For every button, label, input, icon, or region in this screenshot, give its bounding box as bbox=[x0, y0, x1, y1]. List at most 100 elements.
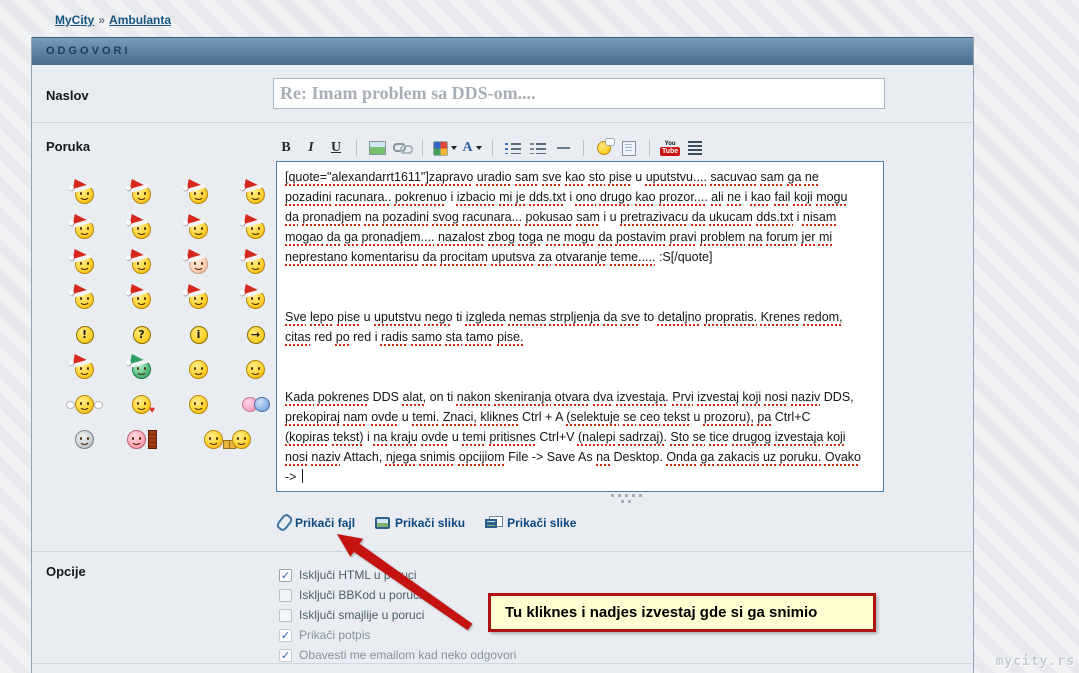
santa-tongue-smiley-icon[interactable] bbox=[56, 245, 113, 282]
insert-smiley-button[interactable] bbox=[594, 138, 615, 158]
text-align-button[interactable] bbox=[685, 138, 705, 158]
notify-email-checkbox-row[interactable]: ✓ Obavesti me emailom kad neko odgovori bbox=[279, 645, 516, 665]
message-line: citas red po red i radis samo sta tamo p… bbox=[285, 330, 524, 344]
santa-rolleyes-smiley-icon[interactable] bbox=[170, 280, 227, 317]
message-line: da pronadjem na pozadini svog racunara..… bbox=[285, 210, 837, 224]
santa-sad-smiley-icon[interactable] bbox=[170, 175, 227, 212]
question-icon[interactable]: ? bbox=[113, 317, 170, 352]
santa-grin-smiley-icon[interactable] bbox=[113, 245, 170, 282]
idea-icon[interactable]: i bbox=[170, 317, 227, 352]
exclude-bbcode-checkbox-label: Isključi BBKod u poruci bbox=[299, 588, 422, 602]
insert-youtube-button[interactable]: You Tube bbox=[660, 138, 681, 158]
message-line: nosi naziv Attach, njega snimis opcijiom… bbox=[285, 450, 861, 464]
attach-signature-checkbox[interactable]: ✓ bbox=[279, 628, 292, 642]
santa-smile-smiley-icon[interactable] bbox=[113, 175, 170, 212]
message-line: (kopiras tekst) i na kraju ovde u temi p… bbox=[285, 430, 846, 444]
message-line: Kada pokrenes DDS alat, on ti nakon sken… bbox=[285, 390, 854, 404]
green-grin-smiley-icon[interactable] bbox=[113, 350, 170, 387]
message-line: -> bbox=[285, 467, 875, 487]
santa-cool-smiley-icon[interactable] bbox=[170, 210, 227, 247]
insert-quote-button[interactable] bbox=[619, 138, 639, 158]
paperclip-icon bbox=[274, 512, 295, 533]
headbang-wall-smiley-icon[interactable] bbox=[113, 422, 170, 457]
santa-twisted-smiley-icon[interactable] bbox=[113, 280, 170, 317]
insert-link-button[interactable] bbox=[392, 138, 413, 158]
exclude-html-checkbox-label: Isključi HTML u poruci bbox=[299, 568, 417, 582]
attach-images-link-label: Prikači slike bbox=[507, 515, 577, 530]
toolbar-separator bbox=[649, 140, 650, 156]
exclude-html-checkbox-row[interactable]: ✓ Isključi HTML u poruci bbox=[279, 565, 516, 585]
bold-button[interactable]: B bbox=[276, 138, 296, 158]
images-icon bbox=[485, 516, 504, 529]
panel-header: ODGOVORI bbox=[32, 37, 973, 65]
breadcrumb-link-mycity[interactable]: MyCity bbox=[55, 13, 94, 27]
annotation-callout: Tu kliknes i nadjes izvestaj gde si ga s… bbox=[488, 593, 876, 632]
poruka-label: Poruka bbox=[46, 139, 91, 154]
message-line: neprestano komentarisu da procitam uputs… bbox=[285, 250, 713, 264]
santa-blush-smiley-icon[interactable] bbox=[170, 245, 227, 282]
message-line: Sve lepo pise u uputstvu nego ti izgleda… bbox=[285, 310, 843, 324]
image-icon bbox=[375, 516, 391, 529]
message-line: pozadini racunara.. pokrenuo i izbacio m… bbox=[285, 190, 848, 204]
notify-email-checkbox[interactable]: ✓ bbox=[279, 648, 292, 662]
ordered-list-button[interactable] bbox=[528, 138, 548, 158]
attach-image-link[interactable]: Prikači sliku bbox=[375, 516, 465, 530]
watermark: mycity.rs bbox=[995, 654, 1075, 669]
arrow-head bbox=[337, 534, 363, 557]
naslov-input[interactable] bbox=[273, 78, 885, 109]
santa-smirk-smiley-icon[interactable] bbox=[113, 210, 170, 247]
insert-image-button[interactable] bbox=[367, 138, 387, 158]
editor-toolbar: B I U A You Tube bbox=[276, 137, 705, 159]
horizontal-rule-button[interactable] bbox=[553, 138, 573, 158]
exclude-bbcode-checkbox[interactable] bbox=[279, 588, 292, 602]
exclamation-icon[interactable]: ! bbox=[56, 317, 113, 352]
exclude-smilies-checkbox-row[interactable]: Isključi smajlije u poruci bbox=[279, 605, 516, 625]
smiley-palette: !? i → ♥ bbox=[56, 175, 284, 457]
attach-signature-checkbox-row[interactable]: ✓ Prikači potpis bbox=[279, 625, 516, 645]
cheers-smileys-icon[interactable] bbox=[170, 422, 284, 457]
font-button[interactable]: A bbox=[462, 138, 482, 158]
message-line: prekopiraj nam ovde u temi. Znaci, klikn… bbox=[285, 410, 811, 424]
section-divider bbox=[32, 663, 973, 664]
santa-mad-smiley-icon[interactable] bbox=[56, 280, 113, 317]
attach-links-row: Prikači fajl Prikači sliku Prikači slike bbox=[274, 512, 576, 533]
cool-wave-smiley-icon[interactable] bbox=[56, 422, 113, 457]
opcije-label: Opcije bbox=[46, 564, 86, 579]
toolbar-separator bbox=[356, 140, 357, 156]
exclude-smilies-checkbox[interactable] bbox=[279, 608, 292, 622]
exclude-smilies-checkbox-label: Isključi smajlije u poruci bbox=[299, 608, 425, 622]
text-cursor bbox=[301, 469, 303, 483]
section-divider bbox=[32, 122, 973, 123]
santa-eek-smiley-icon[interactable] bbox=[56, 210, 113, 247]
love-smiley-icon[interactable]: ♥ bbox=[113, 387, 170, 422]
toolbar-separator bbox=[583, 140, 584, 156]
message-line bbox=[285, 367, 875, 387]
breadcrumb: MyCity » Ambulanta bbox=[55, 13, 171, 27]
text-color-button[interactable] bbox=[433, 138, 457, 158]
options-list: ✓ Isključi HTML u poruci Isključi BBKod u … bbox=[279, 565, 516, 665]
attach-file-link-label: Prikači fajl bbox=[295, 515, 356, 530]
message-textarea[interactable]: [quote="alexandarrt1611"]zapravo uradio … bbox=[276, 161, 884, 492]
exclude-html-checkbox[interactable]: ✓ bbox=[279, 568, 292, 582]
italic-button[interactable]: I bbox=[301, 138, 321, 158]
editor-resize-grip[interactable] bbox=[608, 494, 644, 503]
santa-confused-smiley-icon[interactable] bbox=[56, 350, 113, 387]
wave-smiley-icon[interactable] bbox=[56, 387, 113, 422]
message-line: [quote="alexandarrt1611"]zapravo uradio … bbox=[285, 170, 819, 184]
smile-smiley-icon[interactable] bbox=[170, 352, 227, 387]
santa-biggrin-smiley-icon[interactable] bbox=[56, 175, 113, 212]
notify-email-checkbox-label: Obavesti me emailom kad neko odgovori bbox=[299, 648, 517, 662]
section-divider bbox=[32, 551, 973, 552]
attach-file-link[interactable]: Prikači fajl bbox=[274, 512, 356, 533]
attach-images-link[interactable]: Prikači slike bbox=[485, 516, 576, 530]
page: MyCity »Ambulanta ODGOVORI Naslov Poruka … bbox=[0, 0, 1079, 673]
unordered-list-button[interactable] bbox=[503, 138, 523, 158]
content-smiley-icon[interactable] bbox=[170, 387, 227, 422]
toolbar-separator bbox=[492, 140, 493, 156]
exclude-bbcode-checkbox-row[interactable]: Isključi BBKod u poruci bbox=[279, 585, 516, 605]
underline-button[interactable]: U bbox=[326, 138, 346, 158]
attach-image-link-label: Prikači sliku bbox=[395, 515, 466, 530]
attach-signature-checkbox-label: Prikači potpis bbox=[299, 628, 371, 642]
naslov-label: Naslov bbox=[46, 88, 89, 103]
breadcrumb-link-ambulanta[interactable]: Ambulanta bbox=[109, 13, 171, 27]
